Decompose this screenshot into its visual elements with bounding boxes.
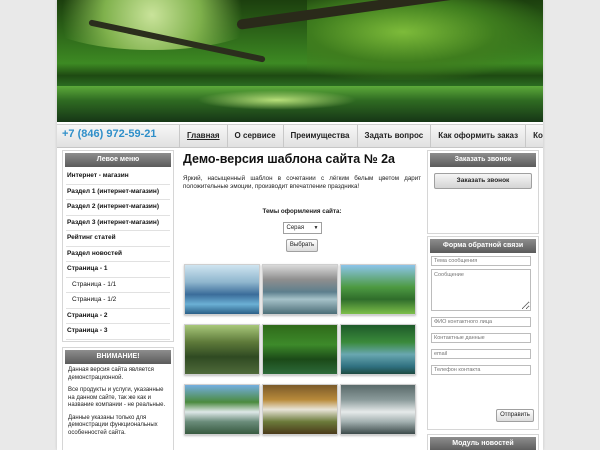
gallery-photo[interactable] [340,324,416,375]
notice-text: Данные указаны только для демонстрации ф… [68,414,158,436]
left-menu-subitem[interactable]: Страница - 1/2 [66,293,170,309]
menu-item-home[interactable]: Главная [179,125,227,147]
contact-input[interactable] [431,333,531,343]
gallery-photo[interactable] [184,264,260,315]
select-theme-button[interactable]: Выбрать [286,239,318,253]
left-menu-box: Левое меню Интернет - магазин Раздел 1 (… [62,150,174,342]
message-textarea[interactable] [431,269,531,311]
left-menu-item[interactable]: Страница - 2 [66,309,170,324]
name-input[interactable] [431,317,531,327]
left-menu-list: Интернет - магазин Раздел 1 (интернет-ма… [66,169,170,340]
intro-text: Яркий, насыщенный шаблон в сочетании с л… [183,175,421,190]
menu-item-about[interactable]: О сервисе [226,125,283,147]
gallery-photo[interactable] [262,264,338,315]
left-menu-item[interactable]: Интернет - магазин [66,169,170,185]
gallery-photo[interactable] [184,384,260,435]
phone-number: +7 (846) 972-59-21 [62,128,157,140]
top-menu-bar: +7 (846) 972-59-21 Главная О сервисе Пре… [57,124,543,148]
news-module-title: Модуль новостей [430,437,536,450]
phone-input[interactable] [431,365,531,375]
menu-item-ask-question[interactable]: Задать вопрос [356,125,431,147]
left-menu-item[interactable]: Рейтинг статей [66,231,170,247]
notice-text: Данная версия сайта является демонстраци… [68,367,154,381]
order-call-box: Заказать звонок Заказать звонок [427,150,539,234]
subject-input[interactable] [431,256,531,266]
email-input[interactable] [431,349,531,359]
menu-item-how-to-order[interactable]: Как оформить заказ [430,125,525,147]
page: +7 (846) 972-59-21 Главная О сервисе Пре… [57,0,543,450]
notice-title: ВНИМАНИЕ! [65,350,171,364]
gallery-photo[interactable] [262,324,338,375]
order-call-button[interactable]: Заказать звонок [434,173,532,189]
left-menu-item[interactable]: Страница - 3 [66,324,170,340]
left-menu-item[interactable]: Раздел новостей [66,247,170,262]
news-module-box: Модуль новостей [427,434,539,450]
gallery-photo[interactable] [184,324,260,375]
menu-item-contacts[interactable]: Контакты [525,125,543,147]
feedback-form-title: Форма обратной связи [430,239,536,253]
notice-text: Все продукты и услуги, указанные на данн… [68,387,166,408]
left-menu-item[interactable]: Раздел 2 (интернет-магазин) [66,200,170,216]
left-menu-title: Левое меню [65,153,171,167]
left-menu-item[interactable]: Раздел 3 (интернет-магазин) [66,216,170,231]
main-menu: Главная О сервисе Преимущества Задать во… [179,125,543,147]
theme-select[interactable]: Серая ▼ [282,222,322,235]
page-title: Демо-версия шаблона сайта № 2а [183,152,395,166]
notice-box: ВНИМАНИЕ! Данная версия сайта является д… [62,347,174,450]
gallery-photo[interactable] [262,384,338,435]
theme-label: Темы оформления сайта: [262,208,342,216]
gallery-photo[interactable] [340,264,416,315]
send-button[interactable]: Отправить [496,409,534,422]
left-menu-subitem[interactable]: Страница - 1/1 [66,278,170,293]
left-menu-item[interactable]: Страница - 1 [66,262,170,278]
feedback-form-box: Форма обратной связи Отправить [427,236,539,430]
chevron-down-icon: ▼ [313,225,319,232]
header-banner-image [57,0,543,122]
left-menu-item[interactable]: Раздел 1 (интернет-магазин) [66,185,170,200]
order-call-title: Заказать звонок [430,153,536,167]
menu-item-advantages[interactable]: Преимущества [282,125,357,147]
gallery-photo[interactable] [340,384,416,435]
theme-select-value: Серая [286,225,305,232]
main-content: Демо-версия шаблона сайта № 2а Яркий, на… [182,146,422,435]
